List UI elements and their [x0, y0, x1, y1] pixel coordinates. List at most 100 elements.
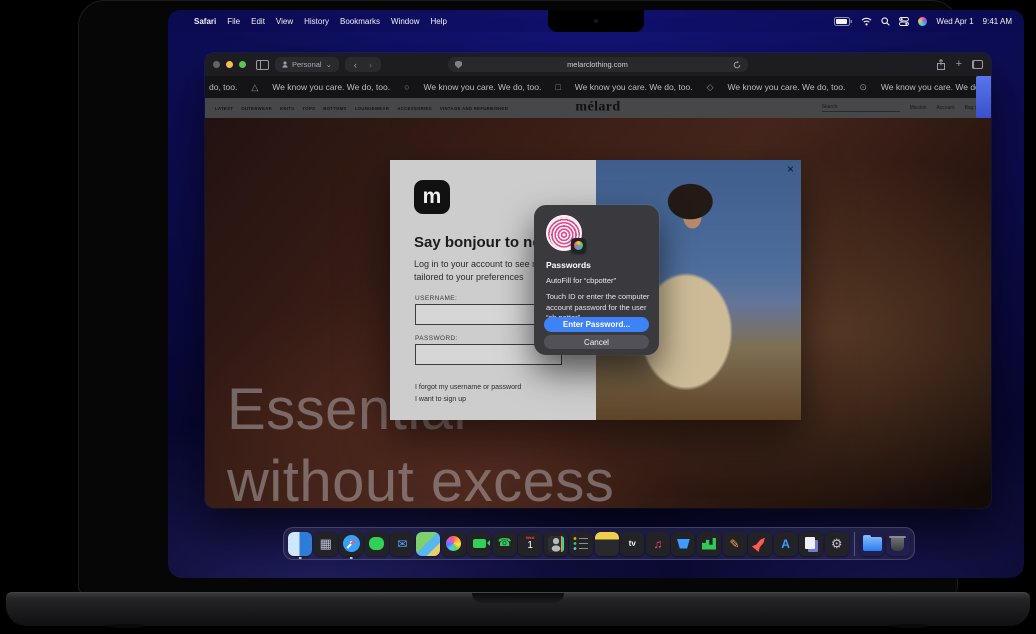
site-nav-knits[interactable]: KNITS — [280, 106, 294, 111]
dock-app-maps[interactable] — [416, 528, 441, 559]
menu-items: Safari File Edit View History Bookmarks Window… — [194, 17, 447, 26]
ticker-text: We know you care. We do, too. — [575, 82, 693, 92]
site-nav-accessories[interactable]: ACCESSORIES — [397, 106, 432, 111]
window-zoom-button[interactable] — [239, 61, 246, 68]
app-store-glyph: A — [781, 538, 790, 550]
tab-overview-icon[interactable] — [972, 60, 983, 69]
menu-item-window[interactable]: Window — [391, 17, 419, 26]
menu-item-history[interactable]: History — [304, 17, 329, 26]
promo-blue-tab[interactable] — [976, 76, 991, 118]
menu-time[interactable]: 9:41 AM — [983, 17, 1012, 26]
system-settings-icon: ⚙ — [825, 532, 849, 556]
dock-app-preview-docs[interactable] — [799, 528, 824, 559]
safari-icon — [339, 532, 363, 556]
menu-item-safari[interactable]: Safari — [194, 17, 216, 26]
menu-item-bookmarks[interactable]: Bookmarks — [340, 17, 380, 26]
dock-app-notes[interactable] — [595, 528, 620, 559]
window-minimize-button[interactable] — [226, 61, 233, 68]
ticker-text: We know you care. We do, too. — [424, 82, 542, 92]
menu-item-edit[interactable]: Edit — [251, 17, 265, 26]
enter-password-button[interactable]: Enter Password... — [544, 317, 649, 332]
cancel-button[interactable]: Cancel — [544, 335, 649, 349]
trash-glyph — [891, 536, 904, 551]
menu-item-view[interactable]: View — [276, 17, 293, 26]
share-icon[interactable] — [936, 59, 946, 70]
ticker-pictogram-icon: △ — [251, 82, 258, 93]
dock-app-launchpad[interactable]: ▦ — [314, 528, 339, 559]
dock-app-calendar[interactable]: Wed1 — [518, 528, 543, 559]
touchid-dialog: Passwords AutoFill for “cbpotter” Touch … — [534, 205, 659, 355]
site-logo[interactable]: mélard — [575, 100, 620, 116]
macbook-marketing-shot: Safari File Edit View History Bookmarks Window… — [0, 0, 1036, 634]
messages-icon — [365, 532, 389, 556]
safari-toolbar: Personal ⌄ ‹ › melarclothing.com + — [205, 53, 991, 76]
new-tab-button[interactable]: + — [956, 59, 962, 70]
dock-app-phone[interactable]: ☎ — [492, 528, 517, 559]
forward-button[interactable]: › — [369, 60, 372, 70]
dock-app-music[interactable]: ♫ — [646, 528, 671, 559]
control-center-icon[interactable] — [899, 17, 909, 26]
dock-app-facetime[interactable] — [467, 528, 492, 559]
dock-app-messages[interactable] — [365, 528, 390, 559]
site-search-field[interactable]: Search — [822, 104, 900, 112]
signup-link[interactable]: I want to sign up — [415, 396, 466, 403]
menu-item-file[interactable]: File — [227, 17, 240, 26]
window-close-button[interactable] — [213, 61, 220, 68]
dock-app-pages[interactable]: ✎ — [722, 528, 747, 559]
base-foot — [890, 624, 930, 628]
dock-app-photos[interactable] — [441, 528, 466, 559]
history-nav-buttons: ‹ › — [345, 57, 381, 72]
battery-icon[interactable] — [834, 17, 852, 26]
dock-app-reminders[interactable] — [569, 528, 594, 559]
menu-status-area: Wed Apr 1 9:41 AM — [834, 17, 1012, 26]
siri-icon[interactable] — [918, 17, 927, 26]
site-nav-vintage-and-refurbished[interactable]: VINTAGE AND REFURBISHED — [440, 106, 508, 111]
tab-group-button[interactable]: Personal ⌄ — [275, 57, 339, 72]
dock-app-mail[interactable]: ✉ — [390, 528, 415, 559]
site-nav-latest[interactable]: LATEST — [215, 106, 233, 111]
password-label: PASSWORD: — [415, 335, 458, 342]
site-link-account[interactable]: Account — [937, 105, 955, 111]
address-bar[interactable]: melarclothing.com — [448, 57, 748, 72]
site-link-mission[interactable]: Mission — [910, 105, 927, 111]
photos-glyph — [446, 536, 461, 551]
tab-group-label: Personal — [292, 60, 322, 69]
wifi-icon[interactable] — [861, 17, 872, 26]
ticker-pictogram-icon: ◇ — [707, 82, 714, 93]
menu-date[interactable]: Wed Apr 1 — [936, 17, 973, 26]
site-nav-loungewear[interactable]: LOUNGEWEAR — [355, 106, 390, 111]
launchpad-glyph: ▦ — [320, 537, 332, 550]
music-glyph: ♫ — [653, 538, 662, 550]
music-icon: ♫ — [646, 532, 670, 556]
dialog-app-title: Passwords — [546, 260, 649, 270]
site-nav-bottoms[interactable]: BOTTOMS — [323, 106, 347, 111]
back-button[interactable]: ‹ — [354, 60, 357, 70]
dock-app-numbers[interactable] — [697, 528, 722, 559]
sidebar-toggle-icon[interactable] — [256, 60, 269, 70]
forgot-credentials-link[interactable]: I forgot my username or password — [415, 384, 521, 391]
preview-docs-glyph — [805, 537, 815, 549]
rocket-glyph — [751, 535, 768, 553]
facetime-icon — [467, 532, 491, 556]
touchid-fingerprint-icon — [546, 215, 582, 251]
dock-app-keynote[interactable] — [671, 528, 696, 559]
search-icon[interactable] — [881, 17, 890, 26]
menu-item-help[interactable]: Help — [430, 17, 446, 26]
dock-app-trash[interactable] — [886, 528, 911, 559]
hero-headline-line2: without excess — [227, 448, 614, 508]
dock-app-tv[interactable]: tv — [620, 528, 645, 559]
dock-app-finder[interactable] — [288, 528, 313, 559]
dock-app-contacts[interactable] — [543, 528, 568, 559]
dock-app-system-settings[interactable]: ⚙ — [824, 528, 849, 559]
passwords-app-badge-icon — [571, 238, 586, 253]
dock-app-app-store[interactable]: A — [773, 528, 798, 559]
dock-app-rocket[interactable] — [748, 528, 773, 559]
dock-app-safari[interactable] — [339, 528, 364, 559]
reload-icon[interactable] — [733, 61, 741, 69]
dock-app-downloads[interactable] — [860, 528, 885, 559]
site-nav-tops[interactable]: TOPS — [302, 106, 315, 111]
site-header: LATEST OUTERWEAR KNITS TOPS BOTTOMS LOUNGEWEA… — [205, 98, 991, 118]
numbers-icon — [697, 532, 721, 556]
modal-close-icon[interactable]: × — [787, 163, 794, 175]
site-nav-outerwear[interactable]: OUTERWEAR — [241, 106, 272, 111]
